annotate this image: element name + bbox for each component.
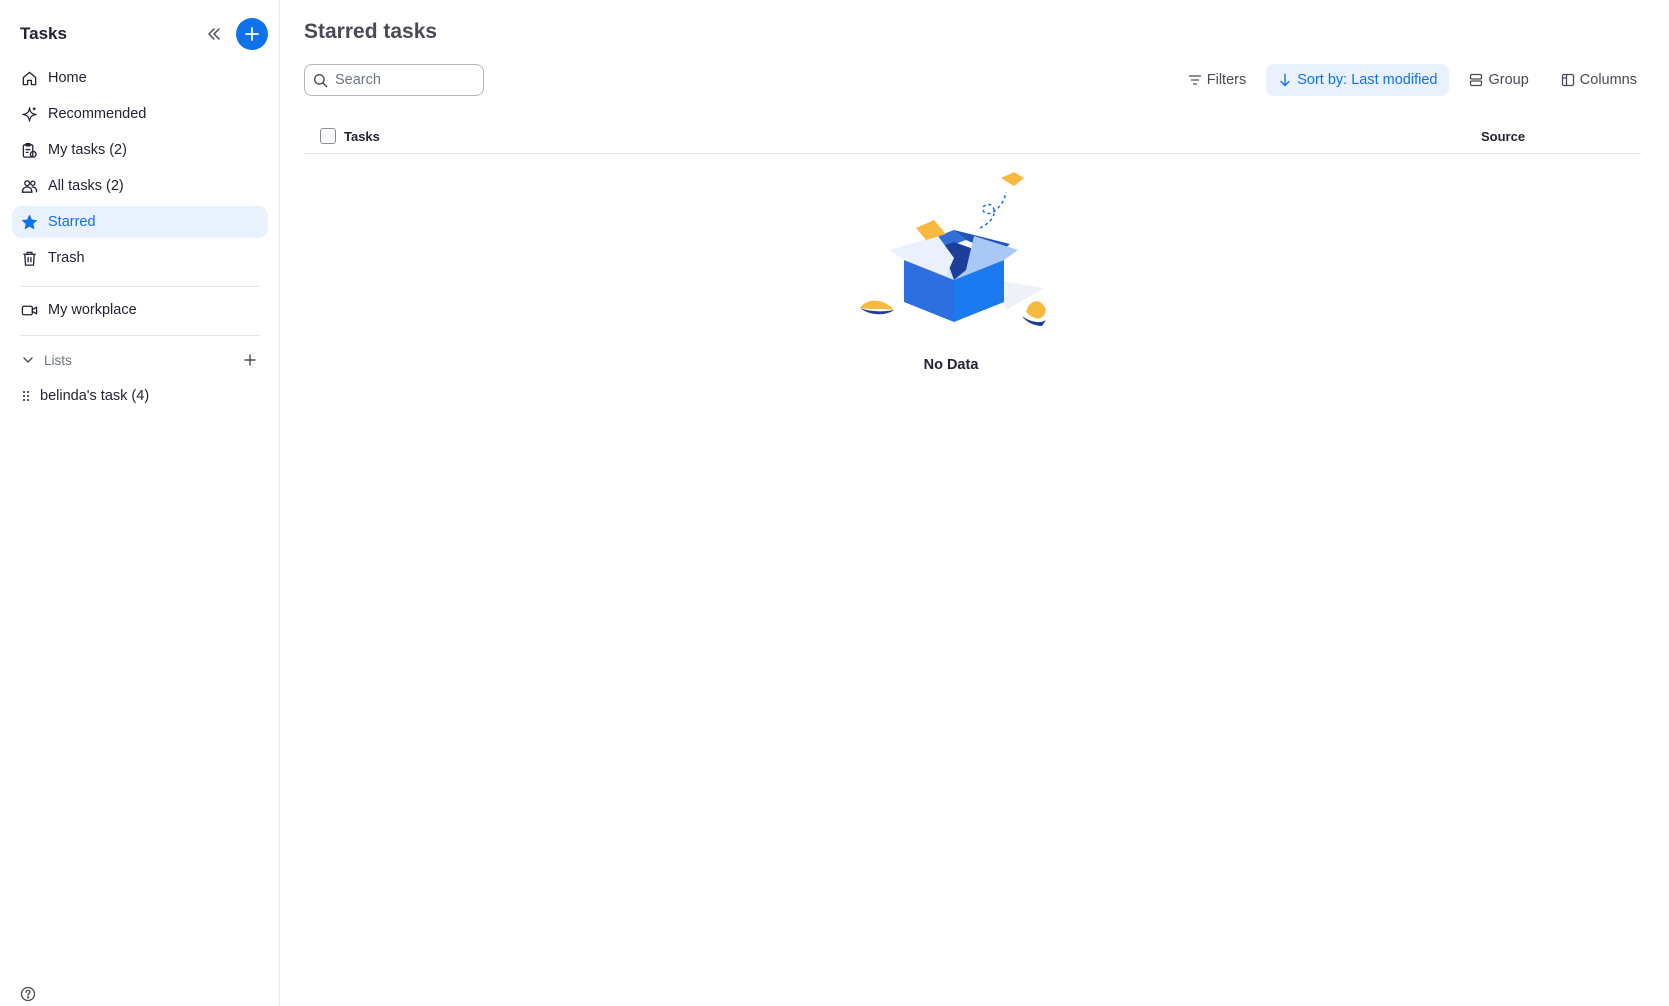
- sidebar-workplace: My workplace: [12, 294, 268, 330]
- group-label: Group: [1488, 72, 1529, 88]
- sidebar-divider: [20, 286, 260, 287]
- columns-button[interactable]: Columns: [1549, 64, 1649, 96]
- trash-icon: [20, 249, 38, 267]
- sort-button[interactable]: Sort by: Last modified: [1266, 64, 1450, 96]
- lists-section-header: Lists: [20, 348, 260, 372]
- drag-handle-icon[interactable]: [20, 390, 32, 402]
- search-box[interactable]: [304, 64, 484, 96]
- home-icon: [20, 69, 38, 87]
- empty-state-text: No Data: [923, 357, 979, 373]
- collapse-sidebar-button[interactable]: [202, 22, 226, 46]
- people-icon: [20, 177, 38, 195]
- sidebar-item-label: Trash: [48, 250, 85, 266]
- group-icon: [1469, 73, 1483, 87]
- plus-icon: [245, 27, 259, 41]
- sidebar-item-starred[interactable]: Starred: [12, 206, 268, 238]
- lists-label: Lists: [44, 352, 72, 368]
- sidebar-item-label: My workplace: [48, 302, 137, 318]
- sidebar-item-label: My tasks (2): [48, 142, 127, 158]
- select-all-checkbox[interactable]: [320, 128, 336, 144]
- arrow-down-icon: [1278, 73, 1292, 87]
- sidebar-item-label: Home: [48, 70, 87, 86]
- sidebar-item-label: All tasks (2): [48, 178, 124, 194]
- chevron-down-icon[interactable]: [20, 352, 36, 368]
- filters-label: Filters: [1206, 72, 1247, 88]
- sidebar-item-all-tasks[interactable]: All tasks (2): [12, 170, 268, 202]
- help-button[interactable]: [20, 986, 36, 1002]
- video-icon: [20, 301, 38, 319]
- sparkle-icon: [20, 105, 38, 123]
- new-task-button[interactable]: [236, 18, 268, 50]
- question-circle-icon: [20, 986, 36, 1002]
- star-icon: [20, 213, 38, 231]
- sidebar-header: Tasks: [20, 18, 270, 50]
- empty-state: No Data: [846, 170, 1056, 380]
- my-tasks-icon: [20, 141, 38, 159]
- plus-icon: [244, 354, 256, 366]
- double-chevron-left-icon: [208, 28, 220, 40]
- sort-label: Sort by: Last modified: [1297, 72, 1438, 88]
- list-item-label: belinda's task (4): [40, 388, 150, 404]
- sidebar-item-label: Starred: [48, 214, 96, 230]
- column-header-source[interactable]: Source: [1481, 129, 1525, 144]
- sidebar-item-my-tasks[interactable]: My tasks (2): [12, 134, 268, 166]
- sidebar-item-recommended[interactable]: Recommended: [12, 98, 268, 130]
- sidebar: Tasks Home Recommended My tasks (2) All …: [0, 0, 280, 1006]
- column-header-tasks[interactable]: Tasks: [344, 129, 380, 144]
- filters-button[interactable]: Filters: [1176, 64, 1258, 96]
- sidebar-item-my-workplace[interactable]: My workplace: [12, 294, 268, 326]
- sidebar-divider: [20, 335, 260, 336]
- sidebar-item-label: Recommended: [48, 106, 147, 122]
- sidebar-item-trash[interactable]: Trash: [12, 242, 268, 274]
- columns-icon: [1561, 73, 1575, 87]
- toolbar: Filters Sort by: Last modified Group Col…: [1168, 64, 1649, 96]
- sidebar-title: Tasks: [20, 24, 67, 43]
- list-item[interactable]: belinda's task (4): [20, 384, 149, 408]
- sidebar-item-home[interactable]: Home: [12, 62, 268, 94]
- group-button[interactable]: Group: [1457, 64, 1540, 96]
- search-icon: [313, 72, 329, 88]
- empty-box-illustration: [860, 172, 1046, 326]
- table-header: Tasks Source: [304, 124, 1641, 154]
- sidebar-nav: Home Recommended My tasks (2) All tasks …: [12, 62, 268, 278]
- page-title: Starred tasks: [304, 20, 438, 43]
- filter-icon: [1188, 73, 1202, 87]
- columns-label: Columns: [1579, 72, 1637, 88]
- add-list-button[interactable]: [240, 350, 260, 370]
- search-input[interactable]: [335, 72, 475, 88]
- main-content: Starred tasks Filters Sort by: Last modi…: [281, 0, 1669, 1006]
